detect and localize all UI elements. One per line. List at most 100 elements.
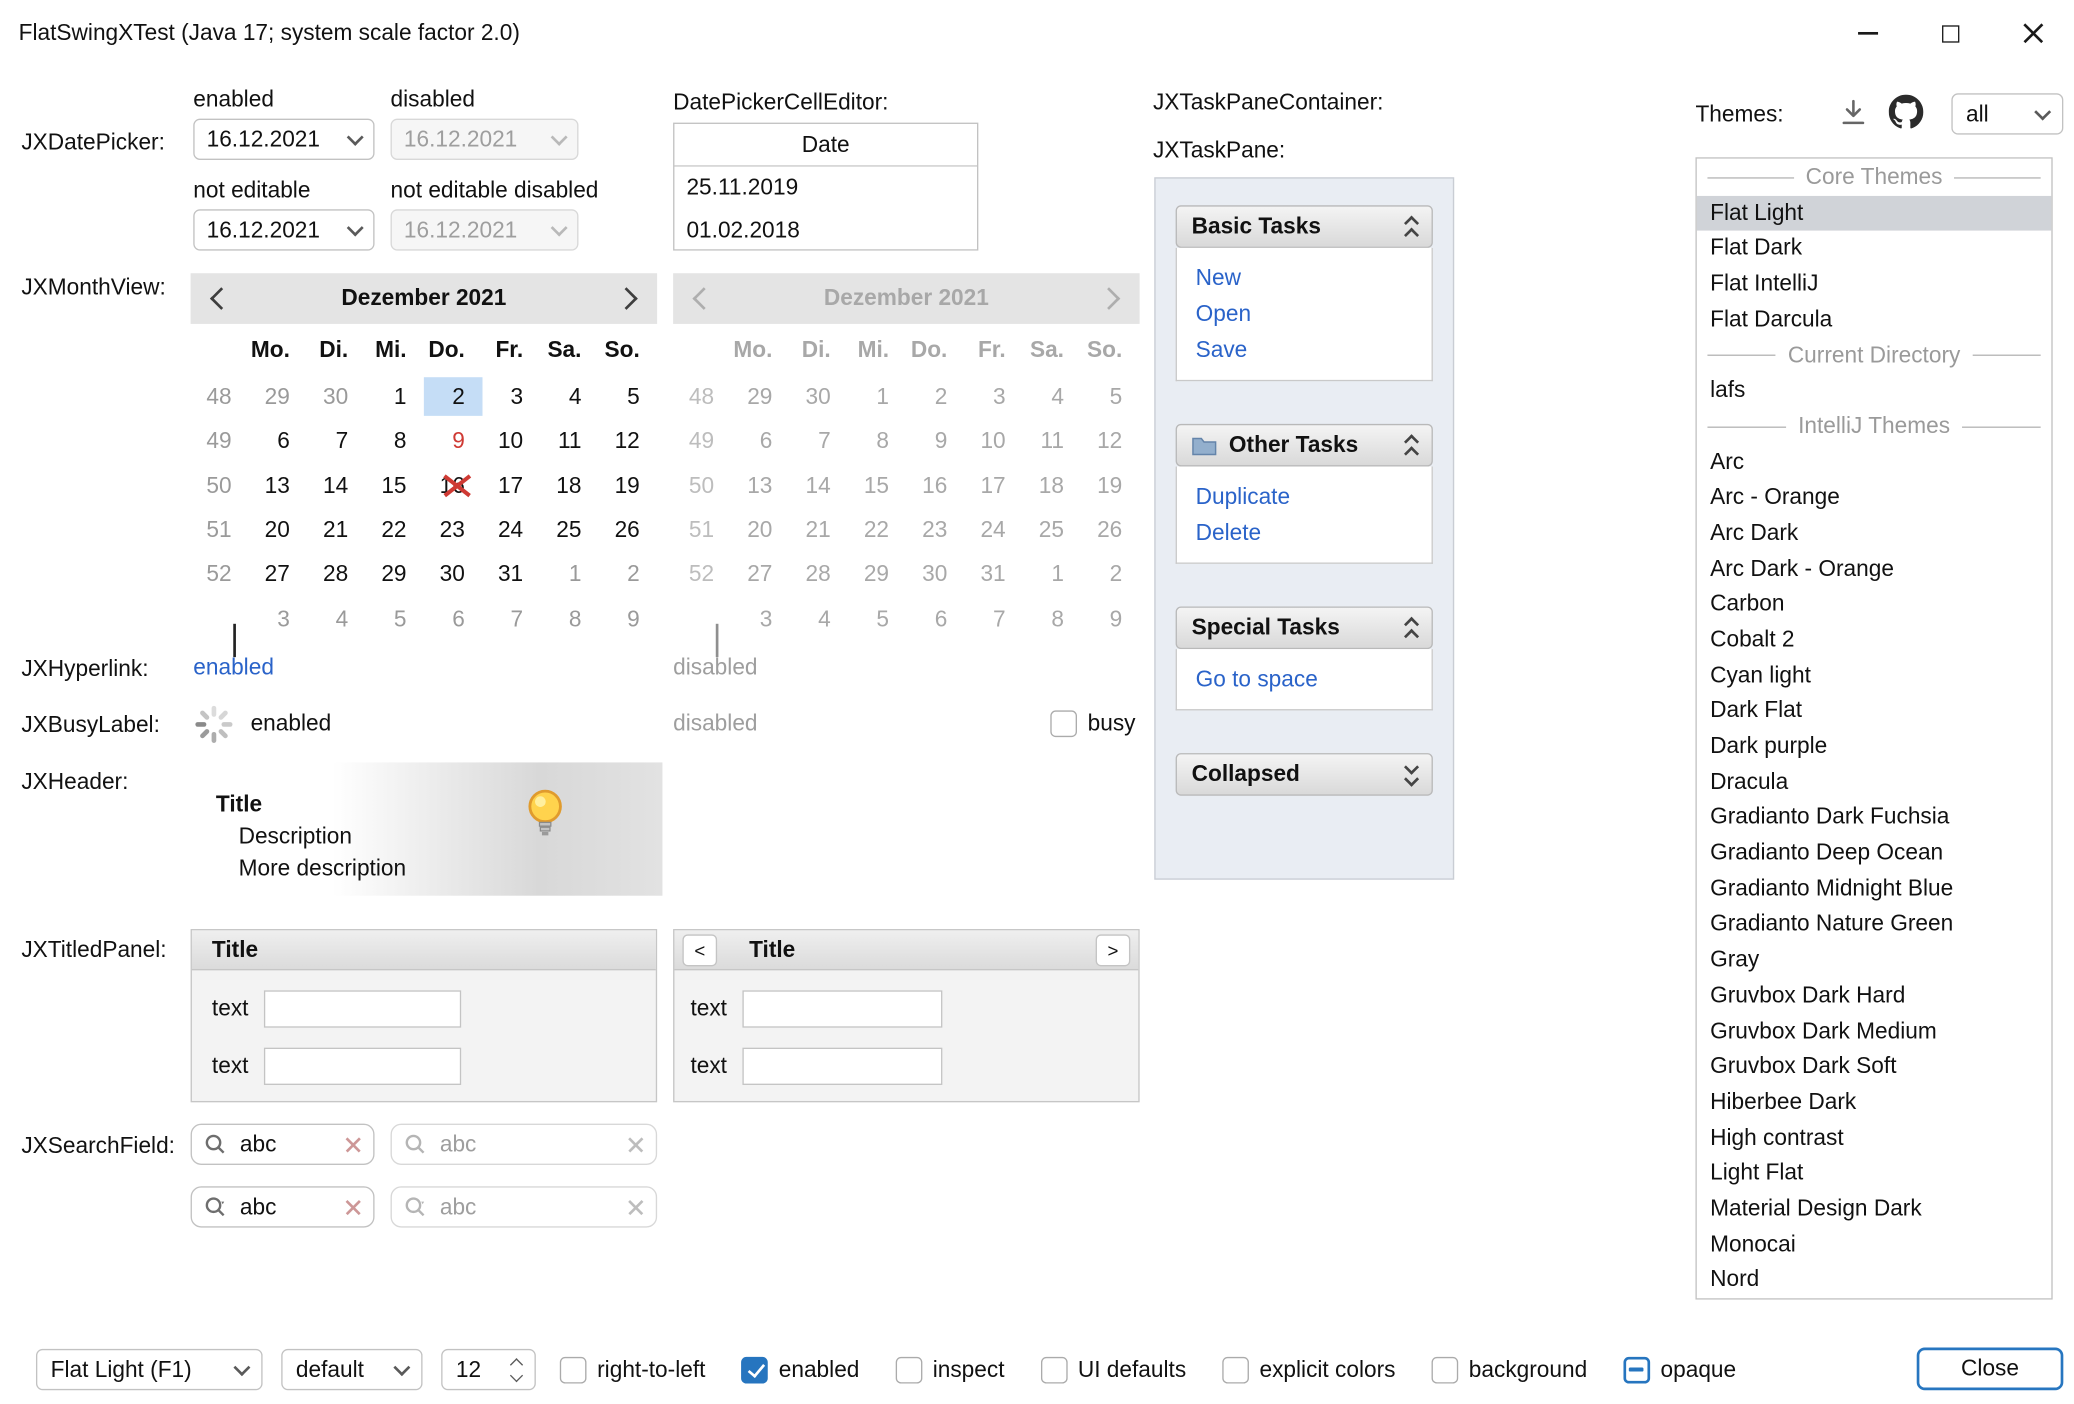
day-cell[interactable]: 5 [366,599,424,638]
day-cell[interactable]: 8 [540,599,598,638]
day-cell[interactable]: 17 [482,466,540,505]
theme-item[interactable]: Cobalt 2 [1697,622,2052,658]
day-cell[interactable]: 23 [424,511,482,550]
close-window-button[interactable] [1991,0,2074,67]
theme-item[interactable]: Gruvbox Dark Hard [1697,978,2052,1014]
github-button[interactable] [1889,95,1924,136]
day-cell[interactable]: 30 [424,555,482,594]
table-row[interactable]: 01.02.2018 [674,209,977,252]
theme-item[interactable]: Material Design Dark [1697,1192,2052,1228]
taskpane-link-go-to-space[interactable]: Go to space [1196,661,1413,697]
close-button[interactable]: Close [1917,1348,2064,1391]
search-input-value[interactable]: abc [240,1131,335,1158]
font-size-spinner[interactable]: 12 [441,1349,536,1390]
taskpane-header-special-tasks[interactable]: Special Tasks [1176,606,1433,649]
checkbox-background[interactable]: background [1431,1356,1587,1383]
checkbox-ui-defaults[interactable]: UI defaults [1041,1356,1187,1383]
checkbox-busy[interactable]: busy [1050,710,1135,737]
theme-item[interactable]: Dark Flat [1697,694,2052,730]
theme-item[interactable]: Dracula [1697,765,2052,801]
theme-item[interactable]: Gruvbox Dark Soft [1697,1049,2052,1085]
checkbox-explicit-colors[interactable]: explicit colors [1222,1356,1395,1383]
taskpane-header-collapsed[interactable]: Collapsed [1176,753,1433,796]
theme-item[interactable]: Dark purple [1697,729,2052,765]
taskpane-link-save[interactable]: Save [1196,332,1413,368]
day-cell[interactable]: 6 [424,599,482,638]
minimize-button[interactable] [1826,0,1909,67]
day-cell[interactable]: 7 [482,599,540,638]
day-cell[interactable]: 31 [482,555,540,594]
day-cell[interactable]: 6 [249,422,307,461]
taskpane-link-open[interactable]: Open [1196,296,1413,332]
clear-icon[interactable] [345,1136,361,1152]
theme-item[interactable]: Flat Light [1697,196,2052,232]
day-cell[interactable]: 29 [366,555,424,594]
search-field-enabled[interactable]: abc [191,1124,375,1165]
day-cell[interactable]: 26 [599,511,657,550]
spinner-buttons[interactable] [512,1358,521,1382]
checkbox-opaque[interactable]: opaque [1623,1356,1736,1383]
clear-icon[interactable] [345,1199,361,1215]
hyperlink-enabled[interactable]: enabled [193,654,274,681]
datepicker-dropdown-button[interactable] [336,211,373,250]
theme-item[interactable]: Gradianto Nature Green [1697,907,2052,943]
day-cell[interactable]: 30 [307,377,365,416]
day-cell[interactable]: 27 [249,555,307,594]
day-cell[interactable]: 12 [599,422,657,461]
search-field-with-menu-enabled[interactable]: abc [191,1186,375,1227]
datepicker-dropdown-button[interactable] [336,120,373,159]
theme-item[interactable]: Flat Dark [1697,231,2052,267]
day-cell[interactable]: 29 [249,377,307,416]
day-cell[interactable]: 22 [366,511,424,550]
checkbox-enabled[interactable]: enabled [741,1356,859,1383]
day-cell[interactable]: 7 [307,422,365,461]
day-cell[interactable]: 15 [366,466,424,505]
datepicker-value[interactable]: 16.12.2021 [195,126,336,153]
next-month-button[interactable] [596,291,657,307]
theme-item[interactable]: Arc - Orange [1697,480,2052,516]
datepicker-cell-editor-table[interactable]: Date 25.11.2019 01.02.2018 [673,123,978,251]
theme-item[interactable]: Monocai [1697,1227,2052,1263]
themes-filter-combobox[interactable]: all [1951,93,2063,134]
text-input[interactable] [264,1048,461,1085]
datepicker-enabled[interactable]: 16.12.2021 [193,119,374,160]
font-combobox[interactable]: default [281,1349,422,1390]
day-cell[interactable]: 21 [307,511,365,550]
day-cell[interactable]: 11 [540,422,598,461]
theme-item[interactable]: Gradianto Midnight Blue [1697,871,2052,907]
day-cell[interactable]: 5 [599,377,657,416]
theme-item[interactable]: Flat IntelliJ [1697,267,2052,303]
day-cell[interactable]: 14 [307,466,365,505]
theme-item[interactable]: Cyan light [1697,658,2052,694]
taskpane-header-basic-tasks[interactable]: Basic Tasks [1176,205,1433,248]
datepicker-not-editable[interactable]: 16.12.2021 [193,209,374,250]
taskpane-link-delete[interactable]: Delete [1196,514,1413,550]
theme-item[interactable]: Arc [1697,445,2052,481]
day-cell[interactable]: 1 [540,555,598,594]
theme-item[interactable]: Light Flat [1697,1156,2052,1192]
day-cell[interactable]: 13 [249,466,307,505]
themes-list[interactable]: Core ThemesFlat LightFlat DarkFlat Intel… [1695,157,2052,1299]
theme-item[interactable]: Nord [1697,1263,2052,1299]
search-input-value[interactable]: abc [240,1194,335,1221]
taskpane-link-new[interactable]: New [1196,260,1413,296]
day-cell[interactable]: 2 [599,555,657,594]
day-cell[interactable]: 2 [424,377,482,416]
day-cell[interactable]: 18 [540,466,598,505]
taskpane-link-duplicate[interactable]: Duplicate [1196,479,1413,515]
monthview-enabled[interactable]: Dezember 2021Mo.Di.Mi.Do.Fr.Sa.So.482930… [191,273,658,641]
text-input[interactable] [743,1048,943,1085]
text-input[interactable] [743,990,943,1027]
day-cell[interactable]: 24 [482,511,540,550]
table-row[interactable]: 25.11.2019 [674,167,977,210]
theme-item[interactable]: Flat Darcula [1697,302,2052,338]
theme-item[interactable]: Arc Dark [1697,516,2052,552]
day-cell[interactable]: 4 [307,599,365,638]
theme-item[interactable]: Gruvbox Dark Medium [1697,1014,2052,1050]
theme-item[interactable]: Hiberbee Dark [1697,1085,2052,1121]
titledpanel-right-button[interactable]: > [1096,934,1131,966]
theme-item[interactable]: Gray [1697,943,2052,979]
day-cell[interactable]: 9 [424,422,482,461]
day-cell[interactable]: 8 [366,422,424,461]
theme-item[interactable]: Gradianto Deep Ocean [1697,836,2052,872]
